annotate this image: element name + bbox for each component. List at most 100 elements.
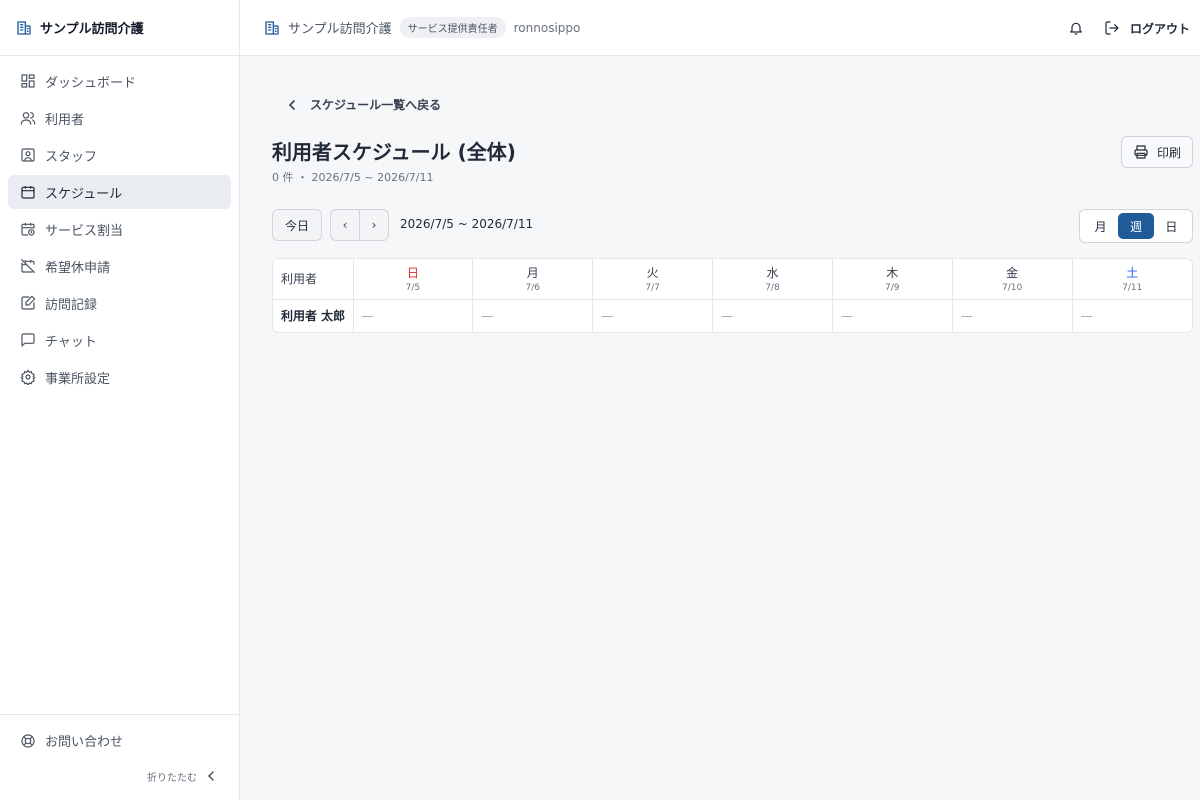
day-date: 7/6	[525, 283, 540, 294]
day-date: 7/5	[405, 283, 421, 294]
sidebar-item-dashboard[interactable]: ダッシュボード	[8, 64, 231, 98]
sidebar-item-label: スケジュール	[45, 186, 123, 202]
printer-icon	[1133, 144, 1149, 160]
collapse-label: 折りたたむ	[147, 772, 197, 784]
sidebar-item-label: チャット	[45, 334, 97, 350]
staff-icon	[20, 147, 36, 163]
sidebar-item-service-assign[interactable]: サービス割当	[8, 212, 231, 246]
calendar-clock-icon	[20, 221, 36, 237]
role-badge: サービス提供責任者	[399, 17, 506, 38]
column-header-day: 火 7/7	[592, 259, 714, 299]
today-button[interactable]: 今日	[272, 209, 322, 241]
top-header: サンプル訪問介護 サービス提供責任者 ronnosippo ログアウト	[240, 0, 1200, 56]
users-icon	[20, 110, 36, 126]
sidebar-item-visit-records[interactable]: 訪問記録	[8, 286, 231, 320]
schedule-cell[interactable]: —	[832, 299, 953, 332]
schedule-cell[interactable]: —	[472, 299, 594, 332]
print-label: 印刷	[1156, 145, 1181, 160]
page-subtitle: 0 件 ・ 2026/7/5 ~ 2026/7/11	[272, 171, 434, 184]
header-actions: ログアウト	[1068, 0, 1190, 56]
column-header-day: 日 7/5	[353, 259, 474, 299]
day-name: 日	[406, 266, 419, 281]
building-icon	[264, 20, 280, 36]
view-day-button[interactable]: 日	[1154, 213, 1189, 239]
collapse-button[interactable]: 折りたたむ	[147, 768, 219, 784]
sidebar-item-label: サービス割当	[45, 223, 124, 239]
view-week-button[interactable]: 週	[1118, 213, 1154, 239]
office-name: サンプル訪問介護	[288, 22, 392, 37]
record-edit-icon	[20, 295, 36, 311]
view-month-button[interactable]: 月	[1083, 213, 1118, 239]
calendar-icon	[20, 184, 36, 200]
sidebar-item-staff[interactable]: スタッフ	[8, 138, 231, 172]
column-header-day: 水 7/8	[712, 259, 833, 299]
contact-label: お問い合わせ	[45, 735, 124, 750]
chevron-left-icon	[203, 768, 219, 784]
table-row: 利用者 太郎 — — — — — — —	[273, 299, 1192, 332]
sidebar-item-leave-request[interactable]: 希望休申請	[8, 249, 231, 283]
calendar-off-icon	[20, 258, 36, 274]
day-date: 7/8	[765, 283, 780, 294]
brand-name: サンプル訪問介護	[40, 22, 144, 37]
logout-icon	[1104, 20, 1120, 36]
sidebar-nav: ダッシュボード 利用者 スタッフ スケジュール サービス割当 希望休申請 訪問記…	[0, 56, 239, 394]
day-name: 土	[1126, 266, 1139, 281]
schedule-cell[interactable]: —	[1072, 299, 1192, 332]
day-name: 水	[766, 266, 779, 281]
sidebar-item-label: ダッシュボード	[45, 75, 137, 91]
sidebar-item-users[interactable]: 利用者	[8, 101, 231, 135]
day-name: 木	[886, 266, 899, 281]
bell-icon[interactable]	[1068, 20, 1084, 36]
chat-icon	[20, 332, 36, 348]
column-header-user: 利用者	[273, 259, 354, 299]
page-title: 利用者スケジュール (全体)	[272, 140, 516, 164]
row-user-name[interactable]: 利用者 太郎	[273, 299, 354, 332]
day-date: 7/9	[885, 283, 900, 294]
schedule-cell[interactable]: —	[712, 299, 833, 332]
main-content: スケジュール一覧へ戻る 利用者スケジュール (全体) 0 件 ・ 2026/7/…	[240, 56, 1200, 800]
sidebar-item-label: 事業所設定	[45, 371, 111, 387]
column-header-day: 月 7/6	[472, 259, 594, 299]
building-icon	[16, 20, 32, 36]
back-label: スケジュール一覧へ戻る	[310, 98, 442, 112]
week-pager: ‹ ›	[330, 209, 389, 241]
dashboard-icon	[20, 73, 36, 89]
table-header-row: 利用者 日 7/5 月 7/6 火 7/7 水 7/8 木 7/9 金 7/10 土 7/11	[273, 259, 1192, 299]
prev-week-button[interactable]: ‹	[331, 210, 359, 240]
column-header-day: 金 7/10	[952, 259, 1073, 299]
username: ronnosippo	[513, 20, 581, 35]
print-button[interactable]: 印刷	[1121, 136, 1193, 168]
sidebar-item-chat[interactable]: チャット	[8, 323, 231, 357]
sidebar: サンプル訪問介護 ダッシュボード 利用者 スタッフ スケジュール サービス割当 …	[0, 0, 240, 800]
sidebar-item-label: 希望休申請	[45, 260, 111, 276]
column-header-day: 土 7/11	[1072, 259, 1192, 299]
next-week-button[interactable]: ›	[359, 210, 388, 240]
sidebar-item-label: 訪問記録	[45, 297, 98, 313]
day-date: 7/10	[1002, 283, 1023, 294]
day-name: 火	[646, 266, 659, 281]
schedule-toolbar: 今日 ‹ › 2026/7/5 ~ 2026/7/11 月 週 日	[272, 209, 1193, 243]
chevron-left-icon	[284, 97, 300, 113]
schedule-cell[interactable]: —	[592, 299, 714, 332]
schedule-cell[interactable]: —	[353, 299, 474, 332]
sidebar-footer: お問い合わせ 折りたたむ	[0, 714, 239, 800]
sidebar-item-label: 利用者	[45, 112, 85, 128]
lifebuoy-icon	[20, 733, 36, 749]
day-name: 金	[1006, 266, 1019, 281]
sidebar-item-schedule[interactable]: スケジュール	[8, 175, 231, 209]
logout-label: ログアウト	[1129, 21, 1190, 36]
brand[interactable]: サンプル訪問介護	[0, 0, 239, 56]
view-toggle: 月 週 日	[1079, 209, 1193, 243]
logout-button[interactable]: ログアウト	[1104, 20, 1190, 37]
schedule-cell[interactable]: —	[952, 299, 1073, 332]
back-link[interactable]: スケジュール一覧へ戻る	[284, 96, 441, 113]
header-office-info: サンプル訪問介護 サービス提供責任者 ronnosippo	[264, 17, 580, 38]
day-name: 月	[526, 266, 539, 281]
contact-link[interactable]: お問い合わせ	[20, 731, 123, 750]
day-date: 7/7	[645, 283, 660, 294]
sidebar-item-office-settings[interactable]: 事業所設定	[8, 360, 231, 394]
schedule-table: 利用者 日 7/5 月 7/6 火 7/7 水 7/8 木 7/9 金 7/10 土 7/11…	[272, 258, 1193, 333]
column-header-day: 木 7/9	[832, 259, 953, 299]
date-range: 2026/7/5 ~ 2026/7/11	[400, 217, 534, 231]
day-date: 7/11	[1122, 283, 1143, 294]
